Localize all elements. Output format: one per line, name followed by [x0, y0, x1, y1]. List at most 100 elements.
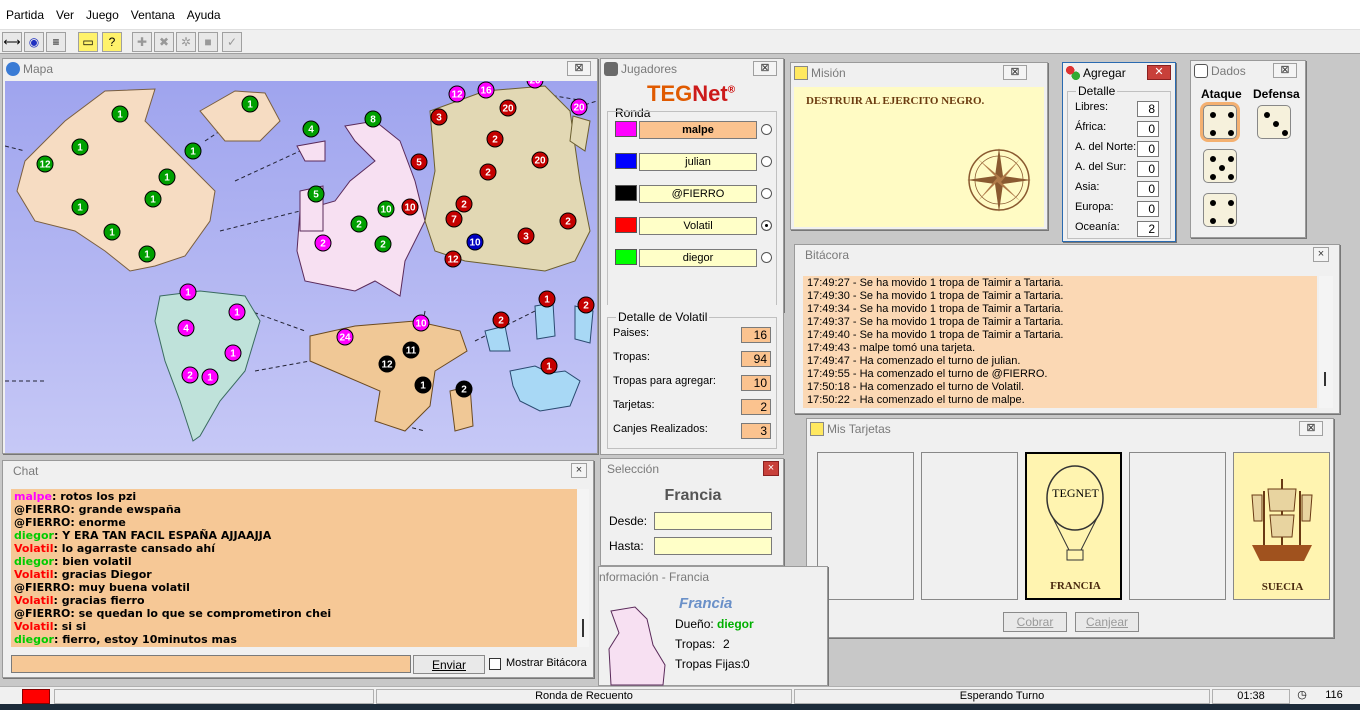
army-marker[interactable]: 12: [36, 155, 54, 173]
army-marker[interactable]: 1: [71, 138, 89, 156]
army-marker[interactable]: 20: [570, 98, 588, 116]
menu-juego[interactable]: Juego: [80, 0, 125, 30]
army-marker[interactable]: 2: [350, 215, 368, 233]
army-marker[interactable]: 10: [377, 200, 395, 218]
army-marker[interactable]: 5: [410, 153, 428, 171]
player-color-swatch: [615, 217, 637, 233]
army-marker[interactable]: 2: [181, 366, 199, 384]
cobrar-button[interactable]: Cobrar: [1003, 612, 1067, 632]
chat-colon: :: [52, 490, 61, 503]
show-log-checkbox[interactable]: [489, 658, 501, 670]
players-close-button[interactable]: ⊠: [753, 61, 777, 76]
army-marker[interactable]: 1: [71, 198, 89, 216]
log-close-button[interactable]: ×: [1313, 247, 1329, 262]
army-marker[interactable]: 12: [378, 355, 396, 373]
army-marker[interactable]: 1: [111, 105, 129, 123]
desde-field[interactable]: [654, 512, 772, 530]
log-line: 17:49:47 - Ha comenzado el turno de juli…: [807, 355, 1021, 367]
army-marker[interactable]: 1: [144, 190, 162, 208]
chat-scrollbar[interactable]: [577, 489, 589, 647]
detail-label: Paises:: [613, 327, 650, 339]
army-marker[interactable]: 1: [241, 95, 259, 113]
canjear-button[interactable]: Canjear: [1075, 612, 1139, 632]
cross-icon[interactable]: ✖: [154, 32, 174, 52]
player-radio[interactable]: [761, 188, 772, 199]
army-marker[interactable]: 20: [499, 99, 517, 117]
army-marker[interactable]: 2: [455, 380, 473, 398]
country-card[interactable]: TEGNET FRANCIA: [1025, 452, 1122, 600]
army-marker[interactable]: 7: [445, 210, 463, 228]
add-close-button[interactable]: ✕: [1147, 65, 1171, 80]
hasta-field[interactable]: [654, 537, 772, 555]
world-map[interactable]: 11121111111485210211412 12241012 162020322…: [5, 81, 597, 453]
army-marker[interactable]: 2: [559, 212, 577, 230]
army-marker[interactable]: 11: [402, 341, 420, 359]
player-radio[interactable]: [761, 220, 772, 231]
army-marker[interactable]: 8: [364, 110, 382, 128]
army-marker[interactable]: 12: [444, 250, 462, 268]
check-icon[interactable]: ✓: [222, 32, 242, 52]
plus-icon[interactable]: ✚: [132, 32, 152, 52]
army-marker[interactable]: 20: [531, 151, 549, 169]
player-radio[interactable]: [761, 252, 772, 263]
mission-close-button[interactable]: ⊠: [1003, 65, 1027, 80]
army-marker[interactable]: 1: [538, 290, 556, 308]
army-marker[interactable]: 10: [466, 233, 484, 251]
army-marker[interactable]: 1: [179, 283, 197, 301]
army-marker[interactable]: 1: [138, 245, 156, 263]
army-marker[interactable]: 1: [184, 142, 202, 160]
status-count: 116: [1325, 689, 1343, 701]
army-marker[interactable]: 1: [224, 344, 242, 362]
note-icon[interactable]: ▭: [78, 32, 98, 52]
army-marker[interactable]: 1: [158, 168, 176, 186]
army-marker[interactable]: 2: [486, 130, 504, 148]
menu-ventana[interactable]: Ventana: [125, 0, 181, 30]
army-marker[interactable]: 2: [314, 234, 332, 252]
chat-close-button[interactable]: ×: [571, 463, 587, 478]
player-radio[interactable]: [761, 156, 772, 167]
army-marker[interactable]: 12: [448, 85, 466, 103]
dice-close-button[interactable]: ⊠: [1273, 63, 1297, 78]
list-icon[interactable]: ≡: [46, 32, 66, 52]
chat-message: Volatil: gracias fierro: [14, 594, 574, 607]
army-marker[interactable]: 3: [430, 108, 448, 126]
chat-input[interactable]: [11, 655, 411, 673]
army-marker[interactable]: 2: [479, 163, 497, 181]
army-marker[interactable]: 4: [177, 319, 195, 337]
army-marker[interactable]: 16: [477, 81, 495, 99]
army-marker[interactable]: 2: [577, 296, 595, 314]
army-marker[interactable]: 1: [201, 368, 219, 386]
menu-ver[interactable]: Ver: [50, 0, 80, 30]
chat-colon: :: [53, 529, 63, 542]
send-button[interactable]: Enviar: [413, 655, 485, 674]
army-marker[interactable]: 1: [103, 223, 121, 241]
army-marker[interactable]: 2: [374, 235, 392, 253]
log-scrollbar[interactable]: [1319, 276, 1333, 408]
block-icon[interactable]: ■: [198, 32, 218, 52]
map-close-button[interactable]: ⊠: [567, 61, 591, 76]
army-marker[interactable]: 3: [517, 227, 535, 245]
army-marker[interactable]: 10: [412, 314, 430, 332]
army-marker[interactable]: 1: [228, 303, 246, 321]
menu-ayuda[interactable]: Ayuda: [181, 0, 227, 30]
help-icon[interactable]: ?: [102, 32, 122, 52]
army-marker[interactable]: 24: [336, 328, 354, 346]
army-count: 12: [451, 90, 463, 101]
army-marker[interactable]: 2: [455, 195, 473, 213]
army-marker[interactable]: 4: [302, 120, 320, 138]
country-card[interactable]: SUECIA: [1233, 452, 1330, 600]
gear-icon[interactable]: ✲: [176, 32, 196, 52]
army-marker[interactable]: 1: [540, 357, 558, 375]
player-radio[interactable]: [761, 124, 772, 135]
selection-close-button[interactable]: ×: [763, 461, 779, 476]
army-marker[interactable]: 2: [492, 311, 510, 329]
cards-close-button[interactable]: ⊠: [1299, 421, 1323, 436]
army-count: 20: [573, 103, 585, 114]
army-marker[interactable]: 1: [414, 376, 432, 394]
menu-partida[interactable]: Partida: [0, 0, 50, 30]
army-marker[interactable]: 10: [401, 198, 419, 216]
globe-icon[interactable]: ◉: [24, 32, 44, 52]
connect-icon[interactable]: ⟷: [2, 32, 22, 52]
owner-value: diegor: [717, 617, 754, 631]
army-marker[interactable]: 5: [307, 185, 325, 203]
